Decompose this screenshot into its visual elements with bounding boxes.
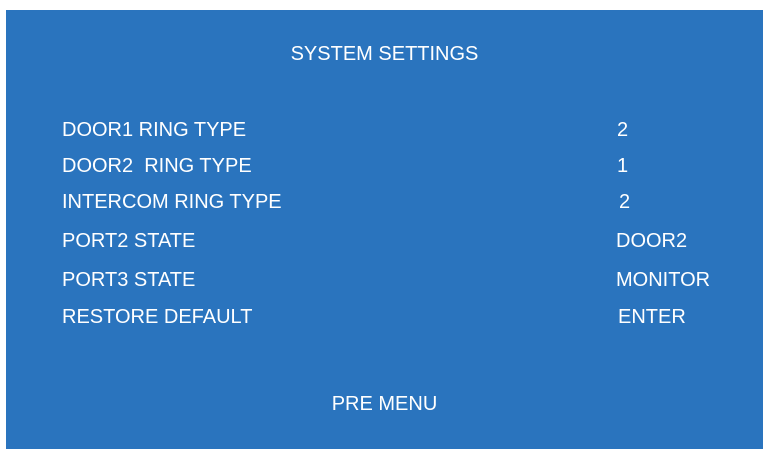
setting-label: PORT3 STATE (62, 269, 196, 291)
setting-label: PORT2 STATE (62, 230, 196, 252)
setting-label: INTERCOM RING TYPE (62, 191, 282, 213)
system-settings-screen: SYSTEM SETTINGS DOOR1 RING TYPE 2 DOOR2 … (6, 10, 763, 449)
setting-row-restore-default[interactable]: RESTORE DEFAULT ENTER (6, 302, 763, 332)
setting-row-intercom-ring-type[interactable]: INTERCOM RING TYPE 2 (6, 187, 763, 217)
setting-value: DOOR2 (616, 230, 688, 252)
setting-row-door2-ring-type[interactable]: DOOR2 RING TYPE 1 (6, 151, 763, 181)
setting-row-door1-ring-type[interactable]: DOOR1 RING TYPE 2 (6, 115, 763, 145)
setting-row-port2-state[interactable]: PORT2 STATE DOOR2 (6, 226, 763, 256)
setting-label: DOOR2 RING TYPE (62, 155, 252, 177)
setting-value: 1 (617, 155, 629, 177)
setting-value: 2 (617, 119, 629, 141)
setting-value: MONITOR (616, 269, 711, 291)
pre-menu-button[interactable]: PRE MENU (6, 392, 763, 416)
setting-row-port3-state[interactable]: PORT3 STATE MONITOR (6, 265, 763, 295)
setting-label: DOOR1 RING TYPE (62, 119, 247, 141)
setting-value: 2 (619, 191, 631, 213)
setting-value: ENTER (618, 306, 686, 328)
setting-label: RESTORE DEFAULT (62, 306, 253, 328)
screen-title: SYSTEM SETTINGS (290, 43, 479, 65)
